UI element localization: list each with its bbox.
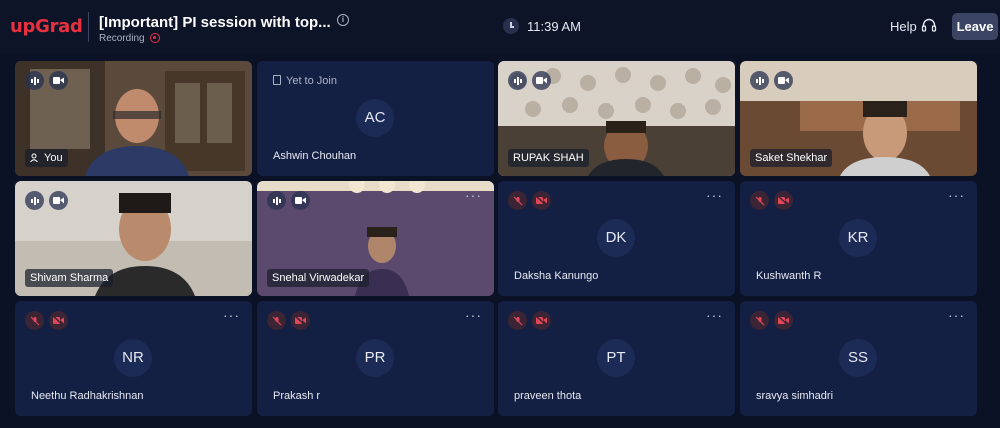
participant-name: Snehal Virwadekar: [267, 269, 370, 287]
avatar: PT: [597, 339, 635, 377]
avatar: KR: [839, 219, 877, 257]
header-divider: [88, 12, 89, 42]
avatar: DK: [597, 219, 635, 257]
avatar: SS: [839, 339, 877, 377]
participant-tile-you[interactable]: You: [15, 61, 252, 176]
yet-to-join-status: Yet to Join: [273, 75, 337, 87]
participant-name: Prakash r: [273, 390, 321, 402]
camera-icon: [49, 71, 68, 90]
participant-name: RUPAK SHAH: [508, 149, 589, 167]
mic-muted-icon: [508, 311, 527, 330]
avatar: NR: [114, 339, 152, 377]
more-options-icon[interactable]: ···: [948, 187, 965, 203]
media-status: [750, 191, 793, 210]
meeting-time: 11:39 AM: [527, 19, 581, 34]
mic-muted-icon: [267, 311, 286, 330]
participant-tile-snehal-virwadekar[interactable]: ··· Snehal Virwadekar: [257, 181, 494, 296]
participant-tile-neethu-radhakrishnan[interactable]: ··· NR Neethu Radhakrishnan: [15, 301, 252, 416]
avatar: PR: [356, 339, 394, 377]
recording-label: Recording: [99, 33, 145, 44]
headset-icon[interactable]: [921, 17, 937, 33]
audio-level-icon: [750, 71, 769, 90]
participant-tile-sravya-simhadri[interactable]: ··· SS sravya simhadri: [740, 301, 977, 416]
session-title: [Important] PI session with top...: [99, 14, 331, 31]
audio-level-icon: [25, 71, 44, 90]
participant-tile-rupak-shah[interactable]: RUPAK SHAH: [498, 61, 735, 176]
participant-name: Daksha Kanungo: [514, 270, 599, 282]
more-options-icon[interactable]: ···: [706, 187, 723, 203]
participant-name: Kushwanth R: [756, 270, 822, 282]
avatar: AC: [356, 99, 394, 137]
clock-icon: [503, 18, 519, 34]
door-icon: [273, 75, 281, 85]
media-status: [750, 71, 793, 90]
participant-name: praveen thota: [514, 390, 582, 402]
media-status: [25, 191, 68, 210]
participant-tile-ashwin-chouhan[interactable]: Yet to Join AC Ashwin Chouhan: [257, 61, 494, 176]
participant-name: sravya simhadri: [756, 390, 834, 402]
participant-tile-daksha-kanungo[interactable]: ··· DK Daksha Kanungo: [498, 181, 735, 296]
media-status: [508, 311, 551, 330]
camera-off-icon: [291, 311, 310, 330]
audio-level-icon: [25, 191, 44, 210]
camera-off-icon: [49, 311, 68, 330]
media-status: [267, 311, 310, 330]
participant-name: Shivam Sharma: [25, 269, 114, 287]
participant-tile-praveen-thota[interactable]: ··· PT praveen thota: [498, 301, 735, 416]
leave-button[interactable]: Leave: [952, 13, 998, 40]
participant-name: Ashwin Chouhan: [273, 150, 357, 162]
more-options-icon[interactable]: ···: [223, 307, 240, 323]
participant-name: Saket Shekhar: [750, 149, 833, 167]
camera-off-icon: [532, 311, 551, 330]
help-link[interactable]: Help: [890, 19, 917, 34]
media-status: [267, 191, 310, 210]
top-bar: upGrad [Important] PI session with top..…: [0, 0, 1000, 54]
participant-tile-shivam-sharma[interactable]: Shivam Sharma: [15, 181, 252, 296]
more-options-icon[interactable]: ···: [465, 187, 482, 203]
participant-name-label: You: [25, 149, 68, 167]
audio-level-icon: [267, 191, 286, 210]
participant-name: Neethu Radhakrishnan: [31, 390, 144, 402]
camera-icon: [532, 71, 551, 90]
info-icon[interactable]: i: [337, 14, 349, 26]
camera-icon: [774, 71, 793, 90]
camera-off-icon: [532, 191, 551, 210]
audio-level-icon: [508, 71, 527, 90]
mic-muted-icon: [25, 311, 44, 330]
media-status: [508, 191, 551, 210]
media-status: [25, 311, 68, 330]
mic-muted-icon: [750, 311, 769, 330]
camera-icon: [291, 191, 310, 210]
media-status: [750, 311, 793, 330]
upgrad-logo: upGrad: [10, 16, 83, 37]
user-icon: [30, 153, 38, 163]
yet-to-join-label: Yet to Join: [286, 75, 337, 87]
recording-icon: [150, 33, 160, 43]
more-options-icon[interactable]: ···: [706, 307, 723, 323]
participant-tile-saket-shekhar[interactable]: Saket Shekhar: [740, 61, 977, 176]
more-options-icon[interactable]: ···: [948, 307, 965, 323]
participant-name: You: [44, 152, 63, 164]
mic-muted-icon: [508, 191, 527, 210]
more-options-icon[interactable]: ···: [465, 307, 482, 323]
media-status: [25, 71, 68, 90]
camera-off-icon: [774, 311, 793, 330]
participant-tile-kushwanth-r[interactable]: ··· KR Kushwanth R: [740, 181, 977, 296]
camera-icon: [49, 191, 68, 210]
mic-muted-icon: [750, 191, 769, 210]
participant-tile-prakash-r[interactable]: ··· PR Prakash r: [257, 301, 494, 416]
camera-off-icon: [774, 191, 793, 210]
media-status: [508, 71, 551, 90]
